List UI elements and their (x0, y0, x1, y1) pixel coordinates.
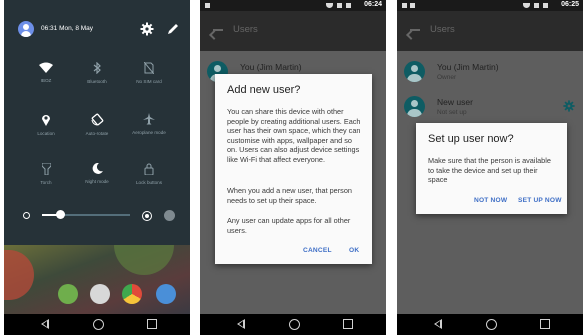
back-icon[interactable] (237, 319, 245, 329)
brightness-slider-row (4, 204, 190, 224)
status-bar: 06:24 (200, 0, 386, 11)
user-avatar-icon (404, 96, 425, 117)
notification-icon (205, 3, 210, 8)
photos-app-icon[interactable] (156, 284, 176, 304)
tile-label: Auto-rotate (85, 131, 109, 136)
messages-app-icon[interactable] (58, 284, 78, 304)
chrome-app-icon[interactable] (122, 284, 142, 304)
flashlight-icon (41, 163, 51, 175)
home-icon[interactable] (93, 319, 104, 330)
bluetooth-icon (93, 62, 101, 74)
user-role: Owner (437, 74, 457, 81)
battery-icon (543, 3, 548, 8)
back-icon[interactable] (434, 319, 442, 329)
nav-bar (4, 314, 190, 335)
app-bar: Users (397, 11, 583, 51)
signal-icon (337, 3, 342, 8)
phone-quick-settings: 06:31 Mon, 8 May IBOZ Bluetooth No SIM c… (4, 0, 190, 335)
no-sim-icon (144, 62, 154, 74)
tile-label: Lock buttons (135, 180, 163, 185)
auto-brightness-icon[interactable] (164, 210, 175, 221)
nav-bar (200, 314, 386, 335)
airplane-icon (143, 113, 155, 125)
setup-user-dialog: Set up user now? Make sure that the pers… (416, 123, 567, 214)
phone-setup-user: 06:25 Users You (Jim Martin) Owner New u… (397, 0, 583, 335)
user-name: New user (437, 97, 473, 107)
night-mode-icon (92, 163, 103, 174)
status-bar: 06:25 (397, 0, 583, 11)
wifi-status-icon (326, 3, 333, 8)
notification-icon (402, 3, 407, 8)
back-arrow-icon[interactable] (213, 29, 223, 31)
list-item[interactable]: New user Not set up (397, 91, 583, 123)
brightness-low-icon (23, 212, 30, 219)
tile-bluetooth[interactable]: Bluetooth (67, 62, 127, 84)
edit-pencil-icon[interactable] (166, 22, 180, 36)
tile-label: Bluetooth (87, 79, 107, 84)
signal-icon (534, 3, 539, 8)
dialog-paragraph: Any user can update apps for all other u… (227, 216, 351, 235)
add-user-dialog: Add new user? You can share this device … (215, 74, 372, 264)
home-dock (4, 280, 190, 310)
settings-gear-icon[interactable] (140, 22, 154, 36)
user-name: You (Jim Martin) (240, 62, 302, 72)
page-title: Users (233, 24, 258, 35)
tile-airplane[interactable]: Aeroplane mode (119, 113, 179, 135)
cancel-button[interactable]: CANCEL (303, 247, 332, 254)
recents-icon[interactable] (147, 319, 157, 329)
wifi-icon (39, 62, 53, 73)
phone-add-user: 06:24 Users You (Jim Martin) Add new use… (200, 0, 386, 335)
not-now-button[interactable]: NOT NOW (474, 197, 507, 204)
battery-icon (346, 3, 351, 8)
qs-time-date: 06:31 Mon, 8 May (41, 25, 94, 32)
nav-bar (397, 314, 583, 335)
user-name: You (Jim Martin) (437, 62, 499, 72)
tile-label: Aeroplane mode (132, 130, 166, 135)
home-icon[interactable] (486, 319, 497, 330)
app-bar: Users (200, 11, 386, 51)
page-title: Users (430, 24, 455, 35)
tile-label: Night mode (85, 179, 109, 184)
tile-lock-buttons[interactable]: Lock buttons (119, 163, 179, 185)
brightness-high-icon (142, 211, 152, 221)
tile-no-sim[interactable]: No SIM card (119, 62, 179, 84)
quick-settings-panel: 06:31 Mon, 8 May IBOZ Bluetooth No SIM c… (4, 0, 190, 245)
dialog-paragraph: When you add a new user, that person nee… (227, 186, 352, 205)
tile-night-mode[interactable]: Night mode (67, 163, 127, 184)
location-icon (42, 115, 50, 126)
recents-icon[interactable] (540, 319, 550, 329)
lock-icon (144, 163, 154, 175)
brightness-thumb[interactable] (56, 210, 65, 219)
user-avatar-icon[interactable] (18, 21, 34, 37)
recents-icon[interactable] (343, 319, 353, 329)
back-arrow-icon[interactable] (410, 29, 420, 31)
app-drawer-icon[interactable] (90, 284, 110, 304)
home-icon[interactable] (289, 319, 300, 330)
auto-rotate-icon (91, 113, 103, 126)
tile-label: No SIM card (136, 79, 162, 84)
ok-button[interactable]: OK (349, 247, 359, 254)
dialog-paragraph: You can share this device with other peo… (227, 107, 361, 164)
list-item[interactable]: You (Jim Martin) Owner (397, 56, 583, 88)
set-up-now-button[interactable]: SET UP NOW (518, 197, 562, 204)
wifi-status-icon (523, 3, 530, 8)
dialog-title: Set up user now? (428, 133, 514, 145)
status-time: 06:24 (364, 1, 382, 8)
user-avatar-icon (404, 61, 425, 82)
user-settings-gear-icon[interactable] (563, 100, 575, 112)
status-time: 06:25 (561, 1, 579, 8)
notification-icon (410, 3, 415, 8)
user-role: Not set up (437, 109, 467, 116)
back-icon[interactable] (41, 319, 49, 329)
tile-auto-rotate[interactable]: Auto-rotate (67, 113, 127, 136)
dialog-title: Add new user? (227, 84, 301, 96)
dialog-body: Make sure that the person is available t… (428, 156, 551, 185)
